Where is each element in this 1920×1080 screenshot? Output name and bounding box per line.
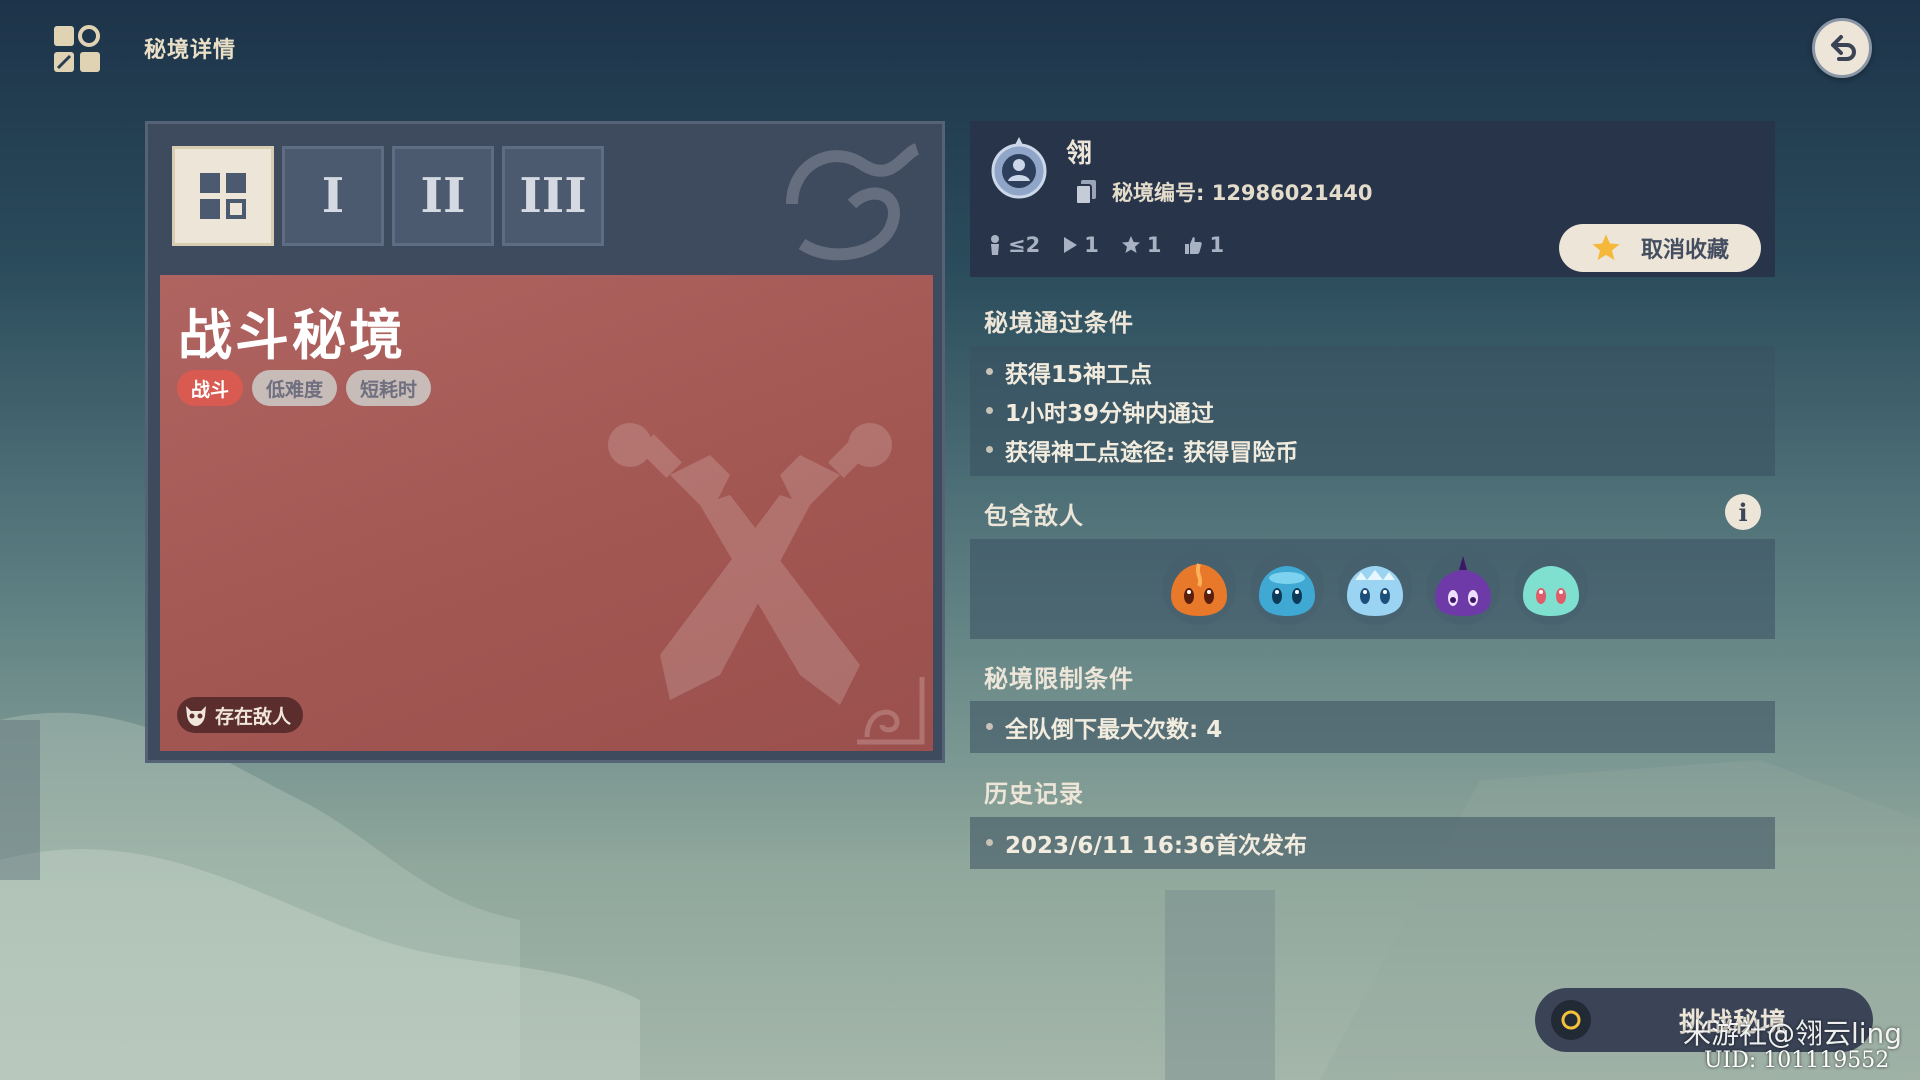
- restrictions-list: 全队倒下最大次数: 4: [970, 701, 1775, 753]
- electro-slime-icon[interactable]: [1426, 551, 1500, 625]
- tab-2[interactable]: II: [392, 146, 494, 246]
- domain-card: 战斗秘境 战斗 低难度 短耗时 存在敌人: [160, 275, 933, 751]
- pyro-slime-icon[interactable]: [1162, 551, 1236, 625]
- grid-icon: [200, 173, 246, 219]
- history-title: 历史记录: [984, 780, 1084, 808]
- tab-3[interactable]: III: [502, 146, 604, 246]
- unfavorite-button[interactable]: 取消收藏: [1559, 224, 1761, 272]
- page-title: 秘境详情: [144, 38, 237, 63]
- author-crest-icon: [991, 137, 1047, 199]
- watermark-text: 米游社@翎云ling: [1683, 1017, 1903, 1050]
- domain-info-box: 翎 秘境编号: 12986021440 ≤2 1 1 1 取消收藏: [970, 121, 1775, 277]
- tag-combat: 战斗: [177, 370, 244, 406]
- restrictions-title: 秘境限制条件: [984, 665, 1134, 693]
- star-icon: [1121, 236, 1140, 253]
- stat-likes: 1: [1183, 233, 1224, 257]
- list-item: 获得神工点途径: 获得冒险币: [970, 430, 1775, 469]
- cryo-slime-icon[interactable]: [1338, 551, 1412, 625]
- history-list: 2023/6/11 16:36首次发布: [970, 817, 1775, 869]
- stat-plays: 1: [1062, 233, 1099, 257]
- tag-list: 战斗 低难度 短耗时: [177, 370, 432, 406]
- domain-type-title: 战斗秘境: [178, 304, 406, 367]
- info-icon[interactable]: i: [1725, 494, 1761, 530]
- back-arrow-icon: [1831, 35, 1856, 61]
- domain-code-row[interactable]: 秘境编号: 12986021440: [1074, 177, 1372, 207]
- unfavorite-label: 取消收藏: [1640, 238, 1729, 263]
- enemies-title: 包含敌人: [984, 502, 1084, 530]
- enemy-list: [1162, 551, 1588, 625]
- anemo-slime-icon[interactable]: [1514, 551, 1588, 625]
- card-corner-ornament: [857, 677, 925, 745]
- stat-favorites: 1: [1121, 233, 1161, 257]
- hydro-slime-icon[interactable]: [1250, 551, 1324, 625]
- pass-conditions-list: 获得15神工点 1小时39分钟内通过 获得神工点途径: 获得冒险币: [970, 346, 1775, 476]
- pass-conditions-title: 秘境通过条件: [984, 309, 1134, 337]
- domain-code: 秘境编号: 12986021440: [1112, 181, 1373, 205]
- enemy-mask-icon: [186, 706, 206, 726]
- back-button[interactable]: [1812, 18, 1872, 78]
- thumbnail-tabs: I II III: [172, 146, 604, 246]
- enemy-present-badge: 存在敌人: [177, 697, 304, 733]
- domain-grid-icon: [52, 24, 102, 74]
- list-item: 获得15神工点: [970, 352, 1775, 391]
- list-item: 1小时39分钟内通过: [970, 391, 1775, 430]
- list-item: 全队倒下最大次数: 4: [970, 707, 1775, 746]
- favorite-star-icon: [1592, 234, 1620, 260]
- corner-ornament: [786, 143, 920, 261]
- tag-difficulty: 低难度: [252, 370, 338, 406]
- tab-1[interactable]: I: [282, 146, 384, 246]
- domain-preview-panel: I II III 战斗秘境 战斗 低难度 短耗时 存在敌人: [145, 121, 945, 763]
- enemy-badge-label: 存在敌人: [215, 705, 292, 728]
- list-item: 2023/6/11 16:36首次发布: [970, 823, 1775, 862]
- author-name: 翎: [1066, 139, 1093, 169]
- tag-duration: 短耗时: [346, 370, 432, 406]
- player-icon: [991, 235, 999, 255]
- uid-text: UID: 101119552: [1704, 1048, 1890, 1073]
- stat-players: ≤2: [988, 233, 1040, 257]
- play-icon: [1064, 237, 1078, 253]
- tab-overview[interactable]: [172, 146, 274, 246]
- stats-row: ≤2 1 1 1: [988, 233, 1224, 257]
- confirm-ring-icon: [1551, 1000, 1591, 1040]
- copy-icon: [1075, 180, 1096, 205]
- thumbs-up-icon: [1185, 237, 1203, 254]
